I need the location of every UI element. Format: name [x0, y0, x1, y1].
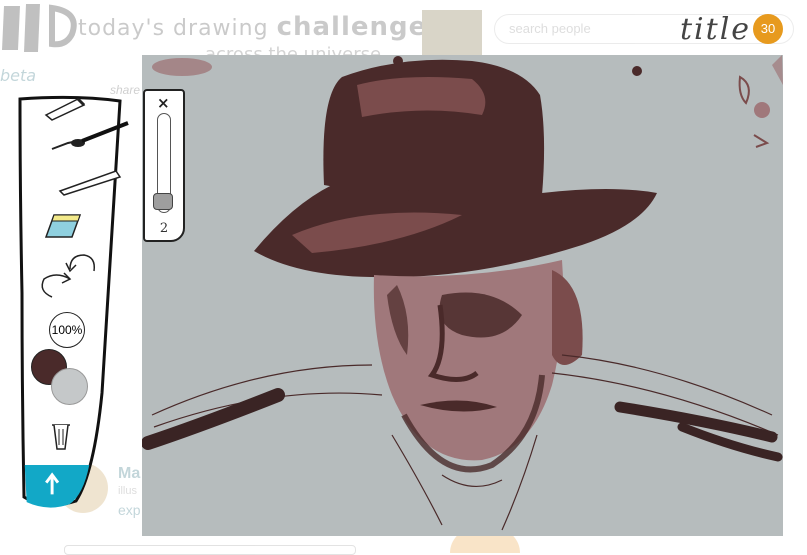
- horizontal-scrollbar[interactable]: [64, 545, 356, 555]
- ink-dot: [632, 66, 642, 76]
- eraser-icon[interactable]: [44, 211, 84, 243]
- doodle-mark: [753, 134, 770, 148]
- challenge-word: challenge:: [276, 12, 439, 42]
- zoom-level-button[interactable]: 100%: [49, 312, 85, 348]
- doodle-mark: [772, 55, 783, 85]
- doodle-mark: [738, 75, 750, 105]
- toolbar-frame: [18, 95, 122, 507]
- brush-icon[interactable]: [48, 119, 130, 155]
- count-badge[interactable]: 30: [753, 14, 783, 44]
- secondary-color-swatch[interactable]: [51, 368, 88, 405]
- brush-size-slider-thumb[interactable]: [153, 193, 173, 210]
- trash-icon[interactable]: [50, 421, 72, 451]
- drawing-title[interactable]: title: [680, 12, 751, 47]
- undo-icon[interactable]: [36, 269, 76, 301]
- epaulette-stroke-left: [142, 388, 285, 450]
- doodle-mark: [754, 102, 770, 118]
- brush-size-panel: × 2: [143, 89, 185, 242]
- brush-size-value: 2: [159, 221, 169, 236]
- beta-label: beta: [0, 66, 37, 85]
- doodle-scribble: [152, 58, 212, 76]
- challenge-heading: today's drawing challenge:: [78, 12, 439, 42]
- close-icon[interactable]: ×: [157, 94, 170, 112]
- tool-palette: 100%: [16, 93, 136, 513]
- face: [373, 260, 564, 461]
- drawing-canvas[interactable]: [142, 55, 783, 536]
- collar-line: [441, 474, 503, 488]
- ear: [552, 270, 583, 365]
- pen-icon[interactable]: [56, 167, 126, 197]
- portrait-drawing: [142, 55, 783, 531]
- pencil-icon[interactable]: [42, 93, 92, 121]
- challenge-prefix: today's drawing: [78, 16, 269, 41]
- shoulder-line-right: [561, 354, 773, 416]
- upload-button[interactable]: [22, 465, 92, 510]
- challenge-thumbnail[interactable]: [422, 10, 482, 56]
